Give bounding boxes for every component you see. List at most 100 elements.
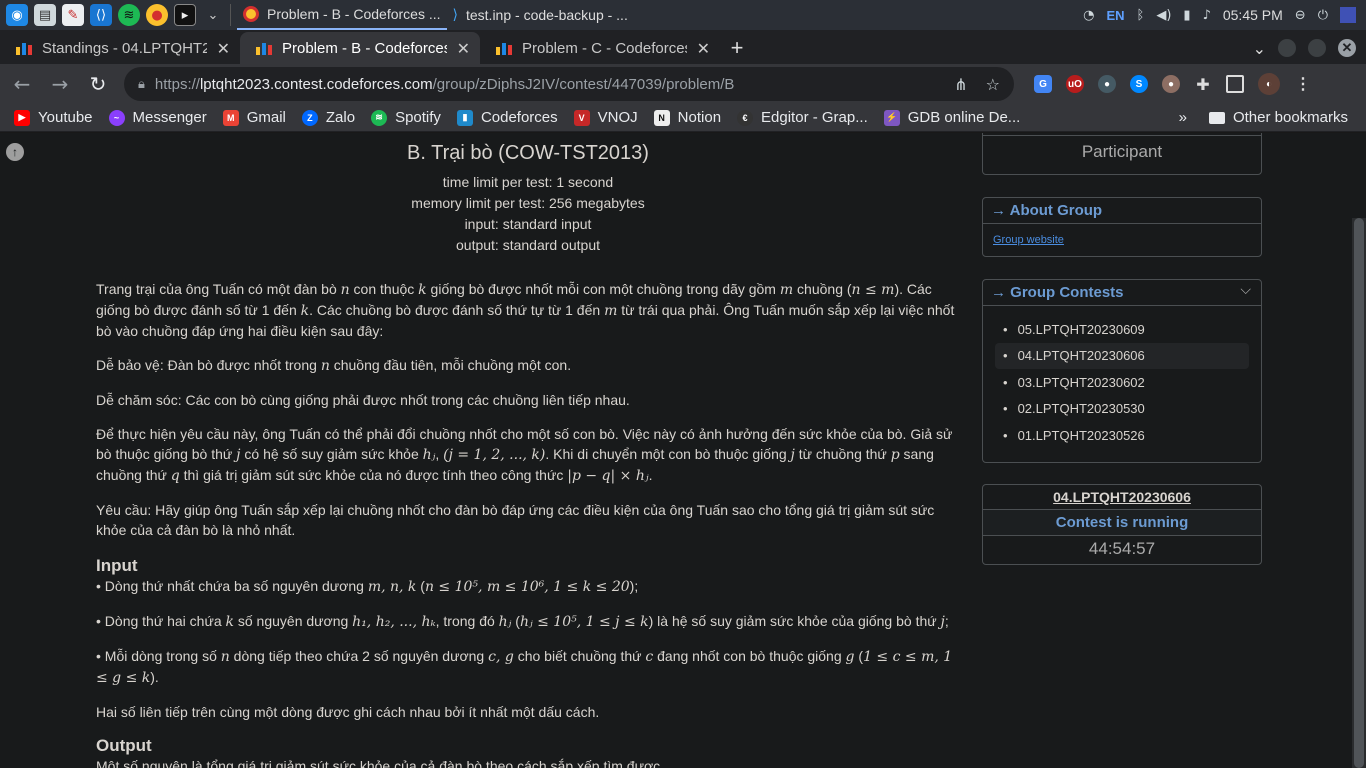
bookmark-star-icon[interactable]: ☆ xyxy=(986,75,1000,94)
keyboard-layout[interactable]: EN xyxy=(1106,8,1124,23)
codeforces-favicon-icon xyxy=(496,41,512,55)
group-contests-box: → Group Contests ⌵ 05.LPTQHT20230609 04.L… xyxy=(982,279,1262,463)
os-taskbar: ◉ ▤ ✎ ⟨⟩ ≋ ● ▸ ⌄ Problem - B - Codeforce… xyxy=(0,0,1366,30)
other-bookmarks[interactable]: Other bookmarks xyxy=(1203,109,1354,126)
about-group-title[interactable]: → About Group xyxy=(983,198,1261,224)
messenger-icon: ~ xyxy=(108,109,125,126)
contest-list-item[interactable]: 01.LPTQHT20230526 xyxy=(995,422,1249,449)
bookmark-codeforces[interactable]: ▮ Codeforces xyxy=(451,109,564,126)
vscode-icon[interactable]: ⟨⟩ xyxy=(90,4,112,26)
back-arrow-icon[interactable]: ← xyxy=(10,72,34,96)
folder-icon xyxy=(1208,111,1225,124)
maximize-button[interactable] xyxy=(1308,39,1326,57)
contest-status: Contest is running xyxy=(983,510,1261,536)
close-icon[interactable]: ✕ xyxy=(217,39,230,58)
spotify-icon: ≋ xyxy=(371,109,388,126)
lock-icon[interactable]: 🔒︎ xyxy=(138,77,145,92)
contest-list-item[interactable]: 04.LPTQHT20230606 xyxy=(995,342,1249,369)
taskbar-separator xyxy=(230,4,231,26)
share-icon[interactable]: ⋔ xyxy=(954,75,967,94)
taskbar-task-chrome[interactable]: Problem - B - Codeforces ... xyxy=(237,0,447,30)
tab-title: Standings - 04.LPTQHT20 xyxy=(42,39,207,57)
reload-icon[interactable]: ↻ xyxy=(86,72,110,96)
clock[interactable]: 05:45 PM xyxy=(1223,7,1283,23)
taskbar-task-title: test.inp - code-backup - ... xyxy=(465,7,628,23)
battery-icon[interactable]: ▮ xyxy=(1183,8,1190,23)
forward-arrow-icon[interactable]: → xyxy=(48,72,72,96)
terminal-icon[interactable]: ▸ xyxy=(174,4,196,26)
window-close-button[interactable]: ✕ xyxy=(1338,39,1356,57)
app-launcher-icon[interactable]: ◉ xyxy=(6,4,28,26)
page-scrollbar[interactable] xyxy=(1352,218,1366,768)
chevron-down-icon[interactable]: ⌵ xyxy=(1240,282,1251,298)
chrome-icon xyxy=(243,6,259,22)
profile-avatar[interactable]: ◐ xyxy=(1258,73,1280,95)
ublock-extension-icon[interactable]: uO xyxy=(1066,75,1084,93)
bookmarks-overflow-icon[interactable]: » xyxy=(1179,109,1187,126)
bookmark-zalo[interactable]: Z Zalo xyxy=(296,109,361,126)
vnoj-icon: V xyxy=(573,109,590,126)
zalo-icon: Z xyxy=(301,109,318,126)
menu-dots-icon[interactable]: ⋮ xyxy=(1294,75,1312,93)
bookmark-gmail[interactable]: M Gmail xyxy=(217,109,292,126)
bookmark-gdb-online[interactable]: ⚡ GDB online De... xyxy=(878,109,1027,126)
new-tab-button[interactable]: + xyxy=(720,32,754,64)
show-desktop-icon[interactable] xyxy=(1340,7,1356,23)
output-spec-line: Một số nguyên là tổng giá trị giảm sút s… xyxy=(96,758,665,768)
tab-problem-c[interactable]: Problem - C - Codeforces ✕ xyxy=(480,32,720,64)
url-text[interactable]: https://lptqht2023.contest.codeforces.co… xyxy=(155,76,735,93)
tab-search-icon[interactable]: ⌄ xyxy=(1253,39,1266,58)
bookmark-vnoj[interactable]: V VNOJ xyxy=(568,109,644,126)
close-icon[interactable]: ✕ xyxy=(697,39,710,58)
input-spec-line: • Dòng thứ nhất chứa ba số nguyên dương … xyxy=(96,578,639,595)
puzzle-extensions-icon[interactable]: ✚ xyxy=(1194,75,1212,94)
contest-list-item[interactable]: 05.LPTQHT20230609 xyxy=(995,316,1249,343)
gmail-icon: M xyxy=(222,109,239,126)
bookmark-youtube[interactable]: ▶ Youtube xyxy=(8,109,99,126)
scrollbar-thumb[interactable] xyxy=(1354,218,1364,768)
scroll-to-top-icon[interactable]: ↑ xyxy=(6,143,24,161)
minus-circle-icon[interactable]: ⊖ xyxy=(1295,8,1306,23)
statement-paragraph: Để thực hiện yêu cầu này, ông Tuấn có th… xyxy=(96,426,953,484)
minimize-button[interactable] xyxy=(1278,39,1296,57)
volume-icon[interactable]: ◀) xyxy=(1156,8,1171,23)
group-website-link[interactable]: Group website xyxy=(983,224,1261,256)
tab-problem-b[interactable]: Problem - B - Codeforces ✕ xyxy=(240,32,480,64)
file-manager-icon[interactable]: ▤ xyxy=(34,4,56,26)
about-group-box: → About Group Group website xyxy=(982,197,1262,257)
power-icon[interactable]: ⏻ xyxy=(1318,8,1328,23)
bluetooth-icon[interactable]: ᛒ xyxy=(1137,8,1145,23)
wifi-icon[interactable]: ◔ xyxy=(1083,8,1094,23)
close-icon[interactable]: ✕ xyxy=(457,39,470,58)
side-panel-icon[interactable] xyxy=(1226,75,1244,93)
input-spec-line: • Dòng thứ hai chứa k số nguyên dương h₁… xyxy=(96,613,949,630)
bookmarks-bar: ▶ Youtube ~ Messenger M Gmail Z Zalo ≋ Spotif… xyxy=(0,104,1366,132)
group-contests-header[interactable]: → Group Contests ⌵ xyxy=(983,280,1261,306)
bookmark-spotify[interactable]: ≋ Spotify xyxy=(365,109,447,126)
problem-statement: B. Trại bò (COW-TST2013) time limit per … xyxy=(96,133,960,768)
current-contest-link[interactable]: 04.LPTQHT20230606 xyxy=(983,485,1261,510)
contest-list-item[interactable]: 02.LPTQHT20230530 xyxy=(995,396,1249,423)
pdf-reader-icon[interactable]: ✎ xyxy=(62,4,84,26)
notion-icon: N xyxy=(653,109,670,126)
input-section-title: Input xyxy=(96,556,138,575)
contest-status-box: 04.LPTQHT20230606 Contest is running 44:… xyxy=(982,484,1262,565)
tab-standings[interactable]: Standings - 04.LPTQHT20 ✕ xyxy=(0,32,240,64)
taskbar-task-vscode[interactable]: ⟩ test.inp - code-backup - ... xyxy=(447,0,634,30)
memory-limit: memory limit per test: 256 megabytes xyxy=(411,195,645,211)
notification-icon[interactable]: ♪ xyxy=(1203,8,1211,23)
spy-extension-icon[interactable]: ● xyxy=(1098,75,1116,93)
cookie-extension-icon[interactable]: ● xyxy=(1162,75,1180,93)
bookmark-notion[interactable]: N Notion xyxy=(648,109,727,126)
shazam-extension-icon[interactable]: S xyxy=(1130,75,1148,93)
contest-timer: 44:54:57 xyxy=(1088,539,1156,558)
bookmark-messenger[interactable]: ~ Messenger xyxy=(103,109,213,126)
contest-list-item[interactable]: 03.LPTQHT20230602 xyxy=(995,369,1249,396)
spotify-icon[interactable]: ≋ xyxy=(118,4,140,26)
translate-extension-icon[interactable]: G xyxy=(1034,75,1052,93)
bookmark-edgitor[interactable]: € Edgitor - Grap... xyxy=(731,109,874,126)
chevron-down-icon[interactable]: ⌄ xyxy=(202,4,224,26)
codeforces-favicon-icon xyxy=(16,41,32,55)
chrome-icon[interactable]: ● xyxy=(146,4,168,26)
address-bar[interactable]: 🔒︎ https://lptqht2023.contest.codeforces… xyxy=(124,67,1014,101)
